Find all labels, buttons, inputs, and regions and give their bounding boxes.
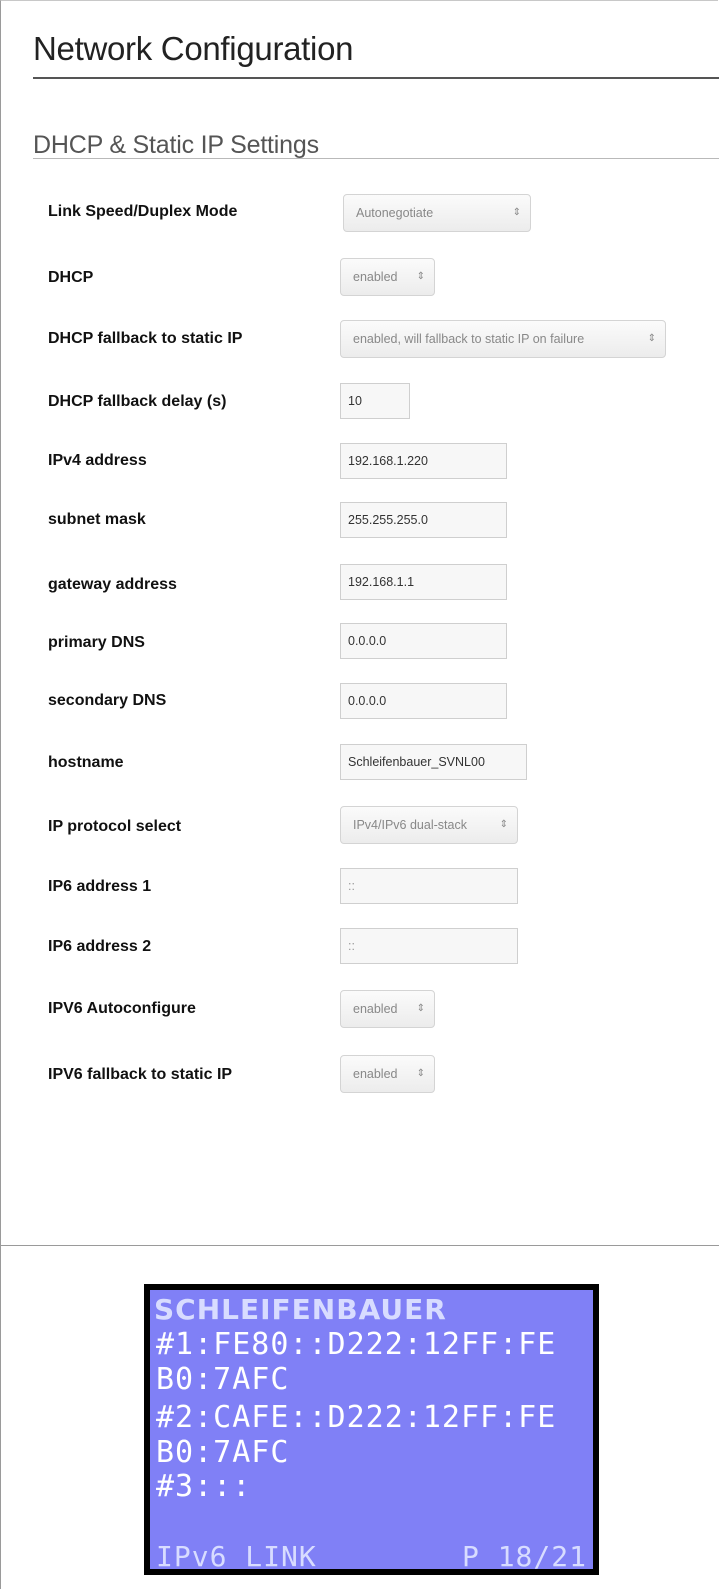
select-arrows-icon: ⇕ [499,819,508,830]
select-arrows-icon: ⇕ [416,271,425,282]
ipv6-fallback-value: enabled [353,1067,398,1081]
section-title: DHCP & Static IP Settings [33,131,319,159]
primary-dns-input[interactable]: 0.0.0.0 [340,623,507,659]
subnet-mask-label: subnet mask [48,511,146,528]
link-speed-value: Autonegotiate [356,206,434,220]
lcd-footer-left: IPv6 LINK [156,1540,317,1573]
page-title: Network Configuration [33,30,354,67]
link-speed-label: Link Speed/Duplex Mode [48,203,238,220]
ipv6-autoconfigure-select[interactable]: enabled ⇕ [340,990,435,1028]
section-divider [33,158,719,159]
ip6-address-2-input[interactable]: :: [340,928,518,964]
ipv4-address-label: IPv4 address [48,452,147,469]
ip6-address-2-label: IP6 address 2 [48,938,152,955]
dhcp-fallback-delay-input[interactable]: 10 [340,383,410,419]
ipv6-fallback-select[interactable]: enabled ⇕ [340,1055,435,1093]
secondary-dns-input[interactable]: 0.0.0.0 [340,683,507,719]
select-arrows-icon: ⇕ [647,333,656,344]
lcd-line-2: B0:7AFC [156,1362,290,1397]
dhcp-label: DHCP [48,269,94,286]
hostname-label: hostname [48,754,124,771]
select-arrows-icon: ⇕ [416,1068,425,1079]
dhcp-value: enabled [353,270,398,284]
ipv4-address-input[interactable]: 192.168.1.220 [340,443,507,479]
dhcp-select[interactable]: enabled ⇕ [340,258,435,296]
primary-dns-label: primary DNS [48,634,145,651]
lcd-line-5: #3::: [156,1469,252,1504]
lcd-brand: SCHLEIFENBAUER [154,1293,447,1326]
lcd-footer-right: P 18/21 [461,1540,587,1573]
ip-protocol-value: IPv4/IPv6 dual-stack [353,818,467,832]
ip-protocol-label: IP protocol select [48,818,182,835]
gateway-address-input[interactable]: 192.168.1.1 [340,564,507,600]
ipv6-autoconfigure-label: IPV6 Autoconfigure [48,1000,196,1017]
gateway-address-label: gateway address [48,576,177,593]
dhcp-fallback-value: enabled, will fallback to static IP on f… [353,332,585,346]
select-arrows-icon: ⇕ [512,207,521,218]
section-separator [0,1245,719,1246]
secondary-dns-label: secondary DNS [48,692,167,709]
ip6-address-1-input[interactable]: :: [340,868,518,904]
select-arrows-icon: ⇕ [416,1003,425,1014]
lcd-display: SCHLEIFENBAUER #1:FE80::D222:12FF:FE B0:… [144,1284,599,1575]
ipv6-fallback-label: IPV6 fallback to static IP [48,1066,233,1083]
dhcp-fallback-delay-label: DHCP fallback delay (s) [48,393,227,410]
hostname-input[interactable]: Schleifenbauer_SVNL00 [340,744,527,780]
link-speed-select[interactable]: Autonegotiate ⇕ [343,194,531,232]
ip6-address-1-label: IP6 address 1 [48,878,152,895]
dhcp-fallback-label: DHCP fallback to static IP [48,330,243,347]
title-divider [33,77,719,79]
lcd-line-1: #1:FE80::D222:12FF:FE [156,1327,557,1362]
ipv6-autoconfigure-value: enabled [353,1002,398,1016]
subnet-mask-input[interactable]: 255.255.255.0 [340,502,507,538]
ip-protocol-select[interactable]: IPv4/IPv6 dual-stack ⇕ [340,806,518,844]
dhcp-fallback-select[interactable]: enabled, will fallback to static IP on f… [340,320,666,358]
lcd-line-3: #2:CAFE::D222:12FF:FE [156,1400,557,1435]
lcd-line-4: B0:7AFC [156,1435,290,1470]
